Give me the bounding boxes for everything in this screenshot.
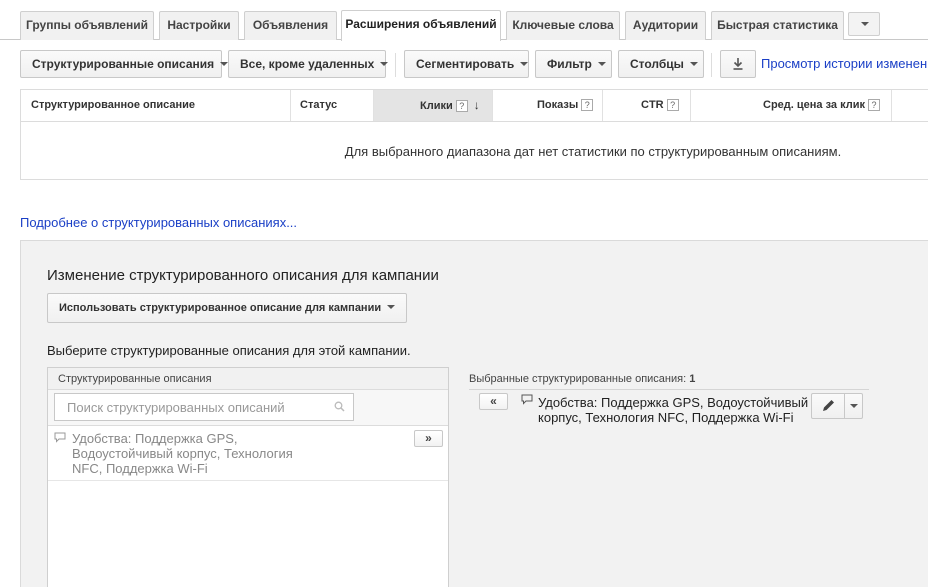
- segment-dropdown[interactable]: Сегментировать: [404, 50, 529, 78]
- table-header: Структурированное описание Статус Клики?…: [21, 90, 928, 122]
- help-icon[interactable]: ?: [581, 99, 594, 112]
- tab-ads[interactable]: Объявления: [244, 11, 337, 40]
- column-divider: [602, 90, 603, 121]
- chevron-down-icon: [380, 61, 389, 66]
- change-history-link[interactable]: Просмотр истории изменений: [761, 56, 928, 71]
- campaign-edit-panel: Изменение структурированного описания дл…: [20, 240, 928, 587]
- column-divider: [492, 90, 493, 121]
- tab-keywords[interactable]: Ключевые слова: [506, 11, 620, 40]
- selected-list-divider: [469, 389, 869, 390]
- column-header-impressions[interactable]: Показы?: [537, 90, 594, 121]
- more-tabs-button[interactable]: [848, 12, 880, 36]
- column-header-ctr[interactable]: CTR?: [641, 90, 679, 121]
- chevron-down-icon: [597, 61, 606, 66]
- toolbar-divider: [395, 53, 396, 77]
- empty-table-message: Для выбранного диапазона дат нет статист…: [21, 144, 928, 159]
- select-instructions: Выберите структурированные описания для …: [47, 343, 411, 358]
- available-descriptions-list: Структурированные описания Удобства: Под…: [47, 367, 449, 587]
- column-divider: [690, 90, 691, 121]
- list-item: Удобства: Поддержка GPS, Водоустойчивый …: [48, 426, 448, 481]
- column-label: CTR: [641, 99, 664, 111]
- edit-button[interactable]: [811, 393, 845, 419]
- panel-title: Изменение структурированного описания дл…: [47, 267, 439, 284]
- status-filter-dropdown[interactable]: Все, кроме удаленных: [228, 50, 389, 78]
- search-input[interactable]: [54, 393, 354, 421]
- column-divider: [891, 90, 892, 121]
- selected-count: 1: [689, 373, 696, 385]
- chevron-down-icon: [387, 305, 396, 310]
- add-to-selected-button[interactable]: »: [414, 430, 443, 447]
- column-header-description[interactable]: Структурированное описание: [31, 90, 195, 121]
- tab-settings[interactable]: Настройки: [159, 11, 239, 40]
- columns-label: Столбцы: [630, 57, 684, 71]
- edit-options-dropdown[interactable]: [844, 393, 863, 419]
- help-icon[interactable]: ?: [666, 99, 679, 112]
- column-divider: [373, 90, 374, 121]
- chevron-down-icon: [850, 404, 858, 408]
- download-button[interactable]: [720, 50, 756, 78]
- selected-header-label: Выбранные структурированные описания:: [469, 373, 687, 385]
- filter-dropdown[interactable]: Фильтр: [535, 50, 612, 78]
- search-icon: [334, 401, 345, 412]
- column-header-avg-cpc[interactable]: Сред. цена за клик?: [763, 90, 880, 121]
- extensions-table: Структурированное описание Статус Клики?…: [20, 89, 928, 180]
- extension-type-dropdown[interactable]: Структурированные описания: [20, 50, 229, 78]
- available-list-header: Структурированные описания: [48, 368, 448, 390]
- column-divider: [290, 90, 291, 121]
- selected-item-text: Удобства: Поддержка GPS, Водоустойчивый …: [538, 395, 809, 425]
- search-row: [48, 390, 448, 426]
- column-header-clicks[interactable]: Клики? ↓: [420, 90, 480, 121]
- chevron-down-icon: [520, 61, 529, 66]
- help-icon[interactable]: ?: [455, 100, 468, 113]
- chevron-down-icon: [861, 22, 869, 26]
- available-item-text: Удобства: Поддержка GPS, Водоустойчивый …: [72, 431, 293, 476]
- chevron-down-icon: [689, 61, 698, 66]
- campaign-level-dropdown[interactable]: Использовать структурированное описание …: [47, 293, 408, 323]
- sort-arrow-icon: ↓: [473, 98, 480, 112]
- learn-more-link[interactable]: Подробнее о структурированных описаниях.…: [20, 215, 297, 230]
- download-icon: [733, 58, 743, 70]
- speech-bubble-icon: [521, 394, 533, 405]
- remove-from-selected-button[interactable]: «: [479, 393, 508, 410]
- tab-ad-extensions[interactable]: Расширения объявлений: [341, 10, 501, 41]
- status-filter-label: Все, кроме удаленных: [240, 57, 375, 71]
- selected-list-header: Выбранные структурированные описания: 1: [469, 373, 695, 385]
- segment-label: Сегментировать: [416, 57, 515, 71]
- toolbar-divider: [711, 53, 712, 77]
- tab-ad-groups[interactable]: Группы объявлений: [20, 11, 154, 40]
- tab-quick-stats[interactable]: Быстрая статистика: [711, 11, 844, 40]
- filter-label: Фильтр: [547, 57, 592, 71]
- campaign-level-label: Использовать структурированное описание …: [59, 302, 382, 314]
- tab-bar: Группы объявлений Настройки Объявления Р…: [0, 0, 928, 41]
- speech-bubble-icon: [54, 432, 66, 443]
- column-label: Сред. цена за клик: [763, 99, 865, 111]
- tab-audiences[interactable]: Аудитории: [625, 11, 706, 40]
- help-icon[interactable]: ?: [867, 99, 880, 112]
- chevron-down-icon: [220, 61, 229, 66]
- column-header-status[interactable]: Статус: [300, 90, 337, 121]
- column-label: Показы: [537, 99, 579, 111]
- columns-dropdown[interactable]: Столбцы: [618, 50, 704, 78]
- pencil-icon: [823, 400, 834, 411]
- column-label: Клики: [420, 100, 453, 112]
- extension-type-label: Структурированные описания: [32, 57, 215, 71]
- empty-message-text: Для выбранного диапазона дат нет статист…: [344, 144, 842, 159]
